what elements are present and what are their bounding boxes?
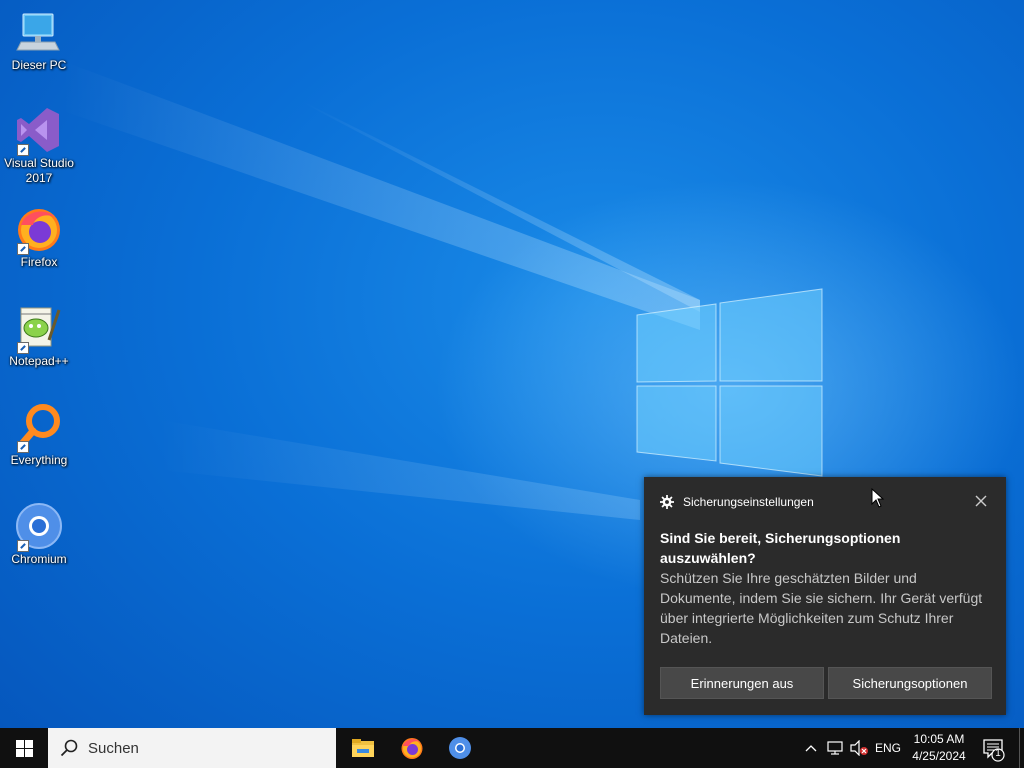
- desktop-icon-dieser-pc[interactable]: Dieser PC: [0, 8, 78, 73]
- desktop-icon-label: Everything: [10, 453, 68, 467]
- network-status-button[interactable]: [824, 728, 846, 768]
- chromium-icon: [15, 502, 63, 552]
- network-icon: [827, 741, 843, 755]
- mouse-cursor-icon: [871, 488, 885, 508]
- chevron-up-icon: [805, 745, 817, 752]
- show-hidden-icons-button[interactable]: [802, 728, 820, 768]
- reminders-off-button[interactable]: Erinnerungen aus: [660, 667, 824, 699]
- toast-body: Schützen Sie Ihre geschätzten Bilder und…: [660, 570, 983, 646]
- shortcut-arrow-icon: [17, 441, 29, 453]
- desktop-icon-label: Visual Studio 2017: [4, 156, 74, 185]
- chromium-icon: [449, 737, 471, 759]
- action-center-button[interactable]: 1: [976, 728, 1010, 768]
- everything-search-icon: [15, 403, 63, 453]
- clock-button[interactable]: 10:05 AM 4/25/2024: [906, 731, 972, 765]
- clock-time: 10:05 AM: [913, 732, 965, 746]
- firefox-icon: [401, 738, 423, 759]
- shortcut-arrow-icon: [17, 342, 29, 354]
- volume-button[interactable]: [848, 728, 870, 768]
- taskbar-app-chromium[interactable]: [436, 728, 484, 768]
- start-button[interactable]: [0, 728, 48, 768]
- desktop-icon-visual-studio[interactable]: Visual Studio 2017: [0, 106, 78, 186]
- computer-icon: [15, 8, 63, 56]
- speaker-muted-icon: [850, 740, 868, 756]
- desktop-icon-label: Dieser PC: [11, 58, 67, 72]
- search-icon: [60, 739, 78, 757]
- taskbar: Suchen ENG 10:05 AM 4/25/2024 1: [0, 728, 1024, 768]
- firefox-icon: [15, 205, 63, 255]
- toast-header: Sicherungseinstellungen: [660, 495, 814, 509]
- taskbar-app-file-explorer[interactable]: [339, 728, 387, 768]
- desktop[interactable]: Dieser PC Visual Studio 2017 Firefox Not…: [0, 0, 1024, 728]
- shortcut-arrow-icon: [17, 144, 29, 156]
- desktop-icon-notepadplusplus[interactable]: Notepad++: [0, 304, 78, 369]
- visual-studio-icon: [15, 106, 63, 156]
- file-explorer-icon: [352, 739, 374, 757]
- toast-title: Sind Sie bereit, Sicherungsoptionen ausz…: [660, 530, 901, 566]
- windows-start-icon: [15, 739, 33, 757]
- search-placeholder: Suchen: [88, 740, 139, 757]
- language-indicator: ENG: [874, 741, 901, 755]
- desktop-icon-label: Notepad++: [9, 354, 69, 368]
- desktop-icon-firefox[interactable]: Firefox: [0, 205, 78, 270]
- input-language-button[interactable]: ENG: [872, 728, 904, 768]
- desktop-icon-label: Firefox: [20, 255, 58, 269]
- desktop-icon-everything[interactable]: Everything: [0, 403, 78, 468]
- clock-date: 4/25/2024: [912, 749, 966, 763]
- show-desktop-button[interactable]: [1019, 728, 1024, 768]
- notification-count-badge: 1: [995, 748, 1001, 759]
- windows-logo-wallpaper: [636, 288, 823, 477]
- taskbar-search-box[interactable]: Suchen: [48, 728, 336, 768]
- gear-icon: [660, 495, 674, 509]
- shortcut-arrow-icon: [17, 243, 29, 255]
- toast-app-name: Sicherungseinstellungen: [683, 495, 814, 509]
- notepadplusplus-icon: [15, 304, 63, 354]
- backup-settings-toast[interactable]: Sicherungseinstellungen Sind Sie bereit,…: [644, 477, 1006, 715]
- close-icon[interactable]: [974, 494, 988, 508]
- shortcut-arrow-icon: [17, 540, 29, 552]
- backup-options-button[interactable]: Sicherungsoptionen: [828, 667, 992, 699]
- taskbar-app-firefox[interactable]: [388, 728, 436, 768]
- desktop-icon-label: Chromium: [11, 552, 67, 566]
- desktop-icon-chromium[interactable]: Chromium: [0, 502, 78, 567]
- notification-icon: [983, 739, 1005, 762]
